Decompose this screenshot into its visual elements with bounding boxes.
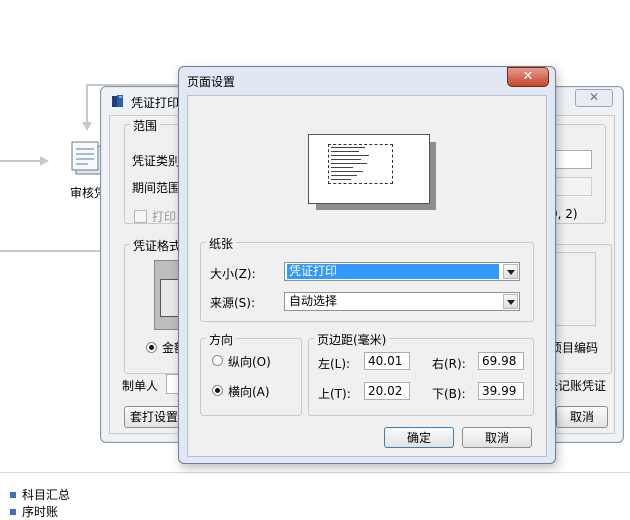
left-margin-label: 左(L):: [318, 357, 351, 371]
top-margin-label: 上(T):: [318, 387, 351, 401]
preview-text-line: [331, 179, 351, 180]
preview-text-line: [331, 167, 353, 168]
chevron-down-icon[interactable]: [503, 294, 518, 309]
menu-item-journal[interactable]: 序时账: [10, 503, 58, 520]
dialog-body: 纸张 大小(Z): 凭证打印 来源(S): 自动选择 方向 纵向(O) 横向(A…: [187, 95, 547, 457]
flow-connector: [0, 160, 40, 162]
print-checkbox-label: 打印: [152, 210, 177, 224]
page-setup-dialog: 页面设置 ✕ 纸张 大小(Z): 凭证打印 来源(S): 自动选择 方向 纵向(…: [178, 66, 556, 464]
voucher-type-label: 凭证类别: [132, 154, 181, 168]
window-title: 凭证打印: [131, 96, 180, 110]
landscape-radio[interactable]: [212, 385, 223, 396]
orientation-group-label: 方向: [206, 331, 237, 348]
chevron-down-icon[interactable]: [503, 264, 518, 279]
format-right-box: [554, 252, 596, 326]
paper-preview: [308, 134, 430, 204]
flow-arrow-icon: [40, 156, 49, 166]
right-margin-label: 右(R):: [432, 357, 466, 371]
flow-connector: [86, 84, 88, 124]
project-code-label: 项目编码: [550, 341, 599, 355]
paper-source-select[interactable]: 自动选择: [284, 292, 520, 311]
portrait-radio[interactable]: [212, 355, 223, 366]
paper-group-label: 纸张: [206, 235, 237, 252]
print-cancel-button[interactable]: 取消: [556, 406, 608, 428]
flow-arrow-icon: [82, 122, 92, 131]
overprint-settings-button[interactable]: 套打设置: [124, 406, 184, 428]
margins-group: [308, 338, 534, 416]
paper-source-label: 来源(S):: [210, 296, 256, 310]
portrait-label: 纵向(O): [228, 355, 271, 369]
period-range-field[interactable]: [550, 177, 592, 196]
printable-area: [328, 144, 393, 184]
preview-text-line: [331, 163, 367, 164]
bullet-icon: [10, 491, 16, 498]
maker-label: 制单人: [122, 379, 159, 393]
bullet-icon: [10, 508, 16, 515]
close-button[interactable]: ✕: [507, 67, 549, 87]
format-group-label: 凭证格式: [130, 237, 185, 254]
flow-connector: [0, 250, 100, 252]
paper-size-value: 凭证打印: [287, 264, 499, 279]
preview-text-line: [331, 151, 359, 152]
cancel-button[interactable]: 取消: [462, 427, 532, 448]
paper-size-select[interactable]: 凭证打印: [284, 262, 520, 281]
preview-text-line: [331, 147, 365, 148]
preview-text-line: [331, 171, 363, 172]
ok-button[interactable]: 确定: [384, 427, 454, 448]
range-group-label: 范围: [130, 117, 161, 134]
top-margin-field[interactable]: 20.02: [364, 382, 410, 400]
gold-format-radio[interactable]: [146, 342, 157, 353]
book-icon: [111, 94, 125, 108]
landscape-label: 横向(A): [228, 385, 270, 399]
left-margin-field[interactable]: 40.01: [364, 352, 410, 370]
bottom-menu-panel: 科目汇总 序时账: [0, 472, 630, 520]
close-button[interactable]: ✕: [575, 89, 613, 107]
orientation-group: [200, 338, 302, 416]
paper-size-label: 大小(Z):: [210, 267, 256, 281]
bottom-margin-field[interactable]: 39.99: [478, 382, 524, 400]
bottom-margin-label: 下(B):: [432, 387, 466, 401]
menu-item-label: 科目汇总: [22, 488, 71, 502]
menu-item-label: 序时账: [22, 505, 59, 519]
period-range-label: 期间范围: [132, 181, 181, 195]
voucher-type-field[interactable]: [550, 150, 592, 169]
preview-text-line: [331, 175, 357, 176]
margins-group-label: 页边距(毫米): [314, 331, 390, 348]
preview-text-line: [331, 159, 361, 160]
right-margin-field[interactable]: 69.98: [478, 352, 524, 370]
menu-item-account-summary[interactable]: 科目汇总: [10, 486, 70, 503]
dialog-title: 页面设置: [187, 75, 236, 89]
paper-source-value: 自动选择: [289, 294, 338, 308]
print-checkbox[interactable]: [134, 210, 147, 223]
preview-text-line: [331, 155, 369, 156]
